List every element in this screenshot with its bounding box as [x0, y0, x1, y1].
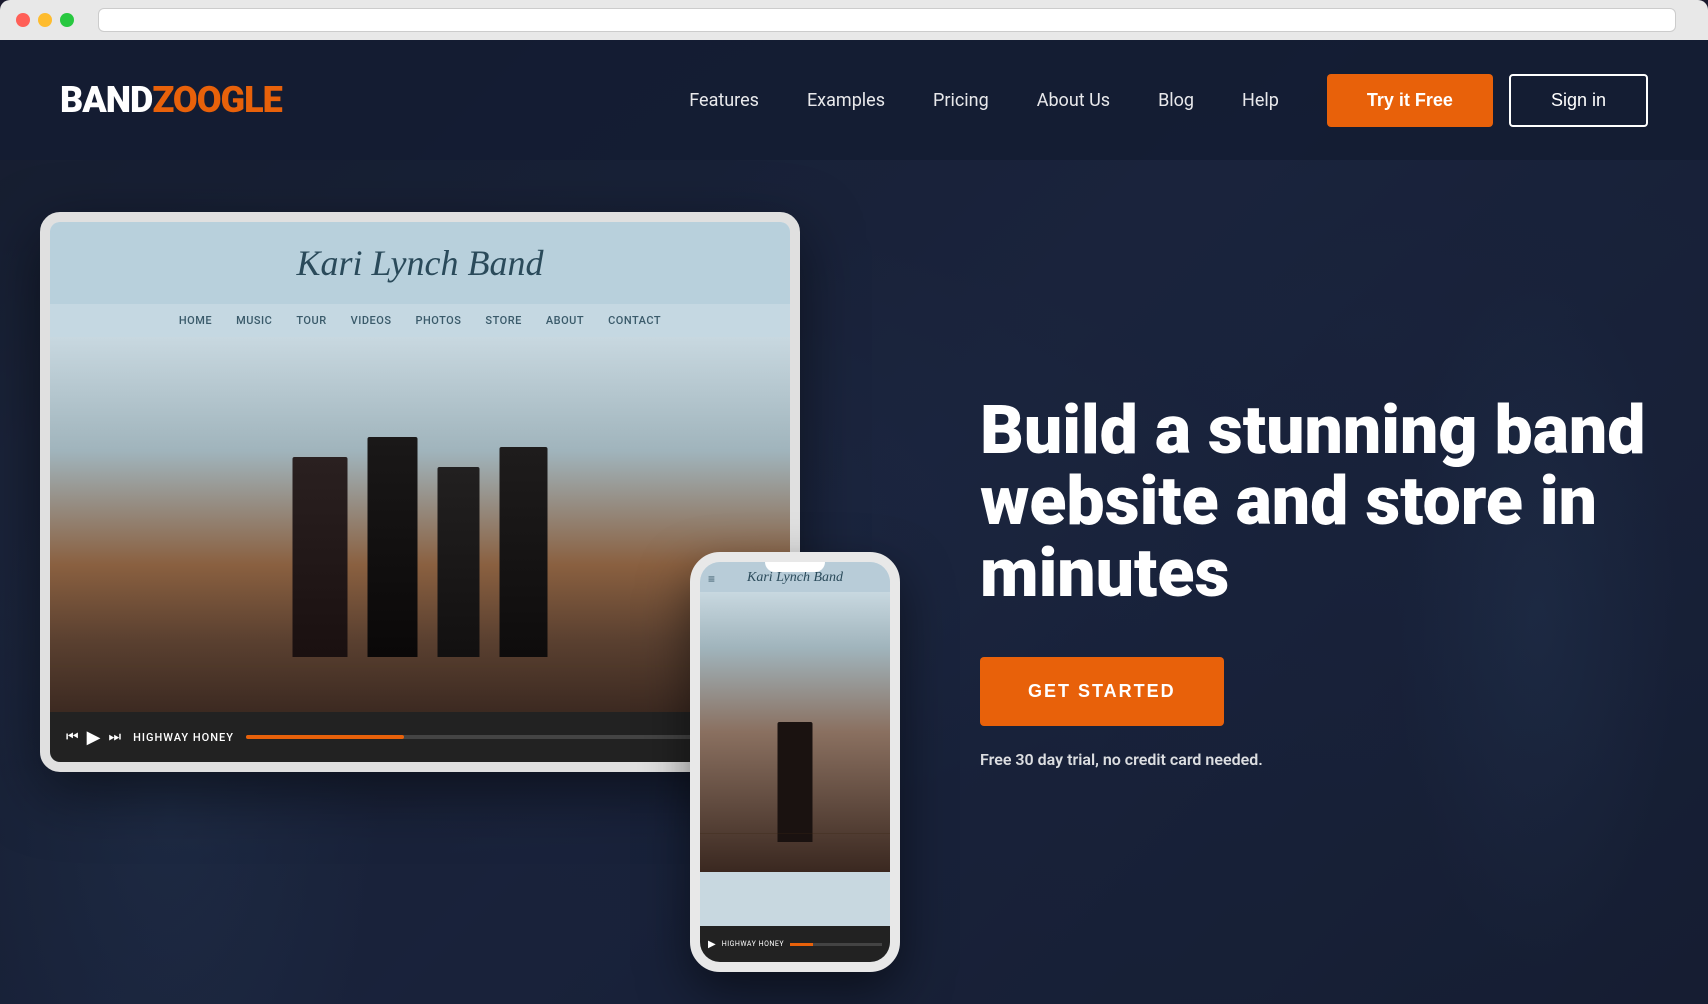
tablet-mockup: Kari Lynch Band HOME MUSIC TOUR VIDEOS P…	[40, 212, 800, 772]
band-site-nav: HOME MUSIC TOUR VIDEOS PHOTOS STORE ABOU…	[50, 304, 790, 337]
band-site-header: Kari Lynch Band	[50, 222, 790, 304]
figure-3	[438, 467, 480, 657]
phone-hero-img	[700, 592, 890, 872]
band-nav-home: HOME	[179, 314, 212, 327]
band-nav-videos: VIDEOS	[351, 314, 392, 327]
phone-progress-fill	[790, 943, 813, 946]
band-nav-about: ABOUT	[546, 314, 584, 327]
minimize-button[interactable]	[38, 13, 52, 27]
figure-1	[293, 457, 348, 657]
phone-progress[interactable]	[790, 943, 882, 946]
nav-links: Features Examples Pricing About Us Blog …	[689, 90, 1279, 111]
nav-help[interactable]: Help	[1242, 90, 1279, 111]
browser-content: BANDZOOGLE Features Examples Pricing Abo…	[0, 40, 1708, 1004]
band-site-hero	[50, 337, 790, 717]
band-nav-contact: CONTACT	[608, 314, 661, 327]
navbar: BANDZOOGLE Features Examples Pricing Abo…	[0, 40, 1708, 160]
phone-track-name: HIGHWAY HONEY	[722, 940, 784, 948]
player-bar: ⏮ ▶ ⏭ HIGHWAY HONEY	[50, 712, 790, 762]
phone-notch	[765, 562, 825, 572]
logo[interactable]: BANDZOOGLE	[60, 79, 282, 121]
band-nav-tour: TOUR	[296, 314, 326, 327]
player-controls: ⏮ ▶ ⏭	[66, 727, 121, 748]
logo-zoogle-text: ZOOGLE	[152, 79, 281, 121]
figure-2	[368, 437, 418, 657]
phone-player: ▶ HIGHWAY HONEY	[700, 926, 890, 962]
try-free-button[interactable]: Try it Free	[1327, 74, 1493, 127]
band-site-title: Kari Lynch Band	[70, 242, 770, 284]
url-bar[interactable]	[98, 8, 1676, 32]
tablet-home-button	[40, 472, 42, 512]
window-chrome	[0, 0, 1708, 40]
maximize-button[interactable]	[60, 13, 74, 27]
phone-mockup: ≡ Kari Lynch Band ▶ HIGHWAY HONEY	[690, 552, 900, 972]
ground-line	[50, 665, 790, 667]
phone-play-btn[interactable]: ▶	[708, 939, 716, 950]
band-figures	[293, 437, 548, 657]
band-nav-photos: PHOTOS	[415, 314, 461, 327]
phone-menu-icon: ≡	[708, 572, 715, 586]
figure-4	[500, 447, 548, 657]
phone-ground	[700, 833, 890, 834]
prev-button[interactable]: ⏮	[66, 729, 79, 745]
hero-section: Kari Lynch Band HOME MUSIC TOUR VIDEOS P…	[0, 160, 1708, 1004]
nav-about[interactable]: About Us	[1037, 90, 1110, 111]
tablet-screen: Kari Lynch Band HOME MUSIC TOUR VIDEOS P…	[50, 222, 790, 762]
close-button[interactable]	[16, 13, 30, 27]
trial-text: Free 30 day trial, no credit card needed…	[980, 750, 1648, 769]
progress-fill	[246, 735, 404, 739]
hero-text: Build a stunning band website and store …	[900, 395, 1648, 769]
logo-band-text: BAND	[60, 79, 152, 121]
get-started-button[interactable]: GET STARTED	[980, 657, 1224, 726]
next-button[interactable]: ⏭	[108, 729, 121, 745]
track-name: HIGHWAY HONEY	[133, 731, 234, 744]
band-nav-store: STORE	[485, 314, 521, 327]
nav-features[interactable]: Features	[689, 90, 759, 111]
phone-band-title: Kari Lynch Band	[708, 570, 882, 586]
play-button[interactable]: ▶	[87, 727, 101, 748]
phone-screen: ≡ Kari Lynch Band ▶ HIGHWAY HONEY	[700, 562, 890, 962]
phone-figure	[778, 722, 813, 842]
nav-examples[interactable]: Examples	[807, 90, 885, 111]
nav-cta: Try it Free Sign in	[1327, 74, 1648, 127]
device-mockups: Kari Lynch Band HOME MUSIC TOUR VIDEOS P…	[40, 192, 900, 972]
hero-headline: Build a stunning band website and store …	[980, 395, 1648, 609]
nav-blog[interactable]: Blog	[1158, 90, 1194, 111]
band-nav-music: MUSIC	[236, 314, 272, 327]
nav-pricing[interactable]: Pricing	[933, 90, 989, 111]
sign-in-button[interactable]: Sign in	[1509, 74, 1648, 127]
